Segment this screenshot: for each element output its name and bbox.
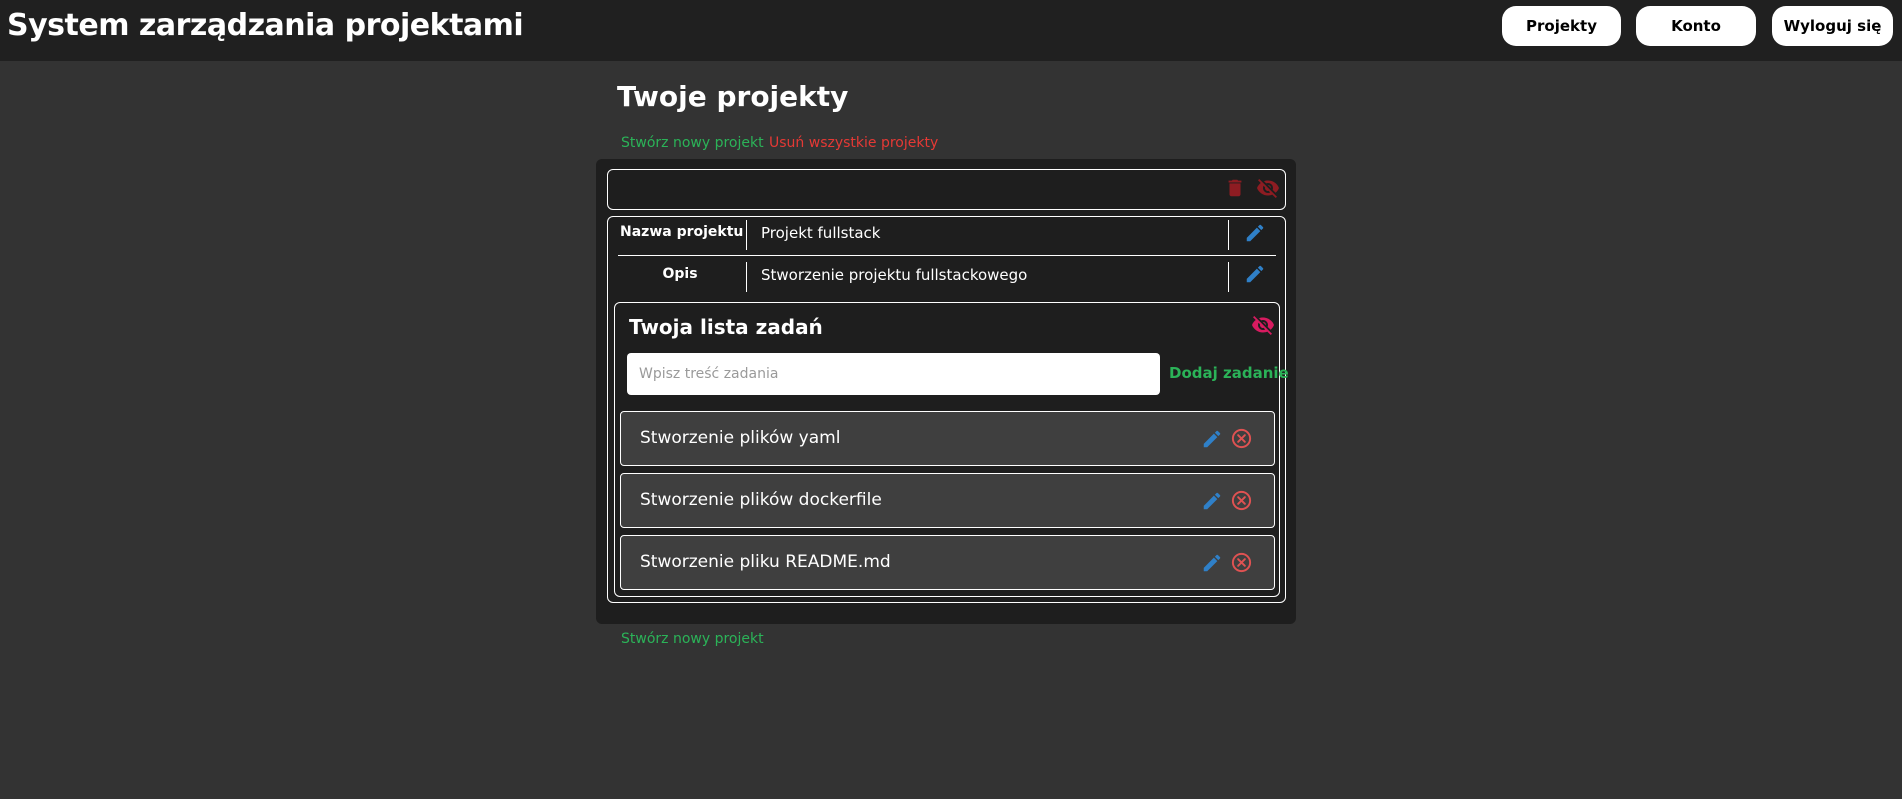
row-divider <box>1228 262 1229 292</box>
row-divider <box>746 220 747 250</box>
project-description-value: Stworzenie projektu fullstackowego <box>761 266 1028 284</box>
pencil-icon[interactable] <box>1201 428 1223 450</box>
project-name-label: Nazwa projektu <box>620 224 744 240</box>
nav-logout-button[interactable]: Wyloguj się <box>1772 6 1893 46</box>
close-circle-icon[interactable] <box>1230 427 1253 450</box>
top-navbar: System zarządzania projektami Projekty K… <box>0 0 1902 61</box>
project-description-label: Opis <box>662 266 698 282</box>
pencil-icon[interactable] <box>1201 490 1223 512</box>
eye-off-icon[interactable] <box>1256 176 1280 200</box>
app-title: System zarządzania projektami <box>7 8 524 43</box>
create-project-link-bottom[interactable]: Stwórz nowy projekt <box>621 631 764 647</box>
eye-off-icon[interactable] <box>1251 313 1275 337</box>
list-item: Stworzenie pliku README.md <box>620 535 1275 590</box>
edit-description-pencil-icon[interactable] <box>1244 263 1266 285</box>
edit-name-pencil-icon[interactable] <box>1244 222 1266 244</box>
row-divider <box>1228 220 1229 250</box>
close-circle-icon[interactable] <box>1230 551 1253 574</box>
list-item: Stworzenie plików yaml <box>620 411 1275 466</box>
nav-projects-button[interactable]: Projekty <box>1502 6 1621 46</box>
add-task-button[interactable]: Dodaj zadanie <box>1169 364 1289 382</box>
task-text: Stworzenie pliku README.md <box>640 552 891 572</box>
create-project-link[interactable]: Stwórz nowy projekt <box>621 135 764 151</box>
task-text: Stworzenie plików yaml <box>640 428 841 448</box>
delete-all-projects-link[interactable]: Usuń wszystkie projekty <box>769 135 938 151</box>
trash-icon[interactable] <box>1224 176 1246 200</box>
row-divider-horizontal <box>618 255 1276 256</box>
project-toolbar <box>607 169 1286 210</box>
page-title: Twoje projekty <box>617 80 849 113</box>
task-text: Stworzenie plików dockerfile <box>640 490 882 510</box>
task-list-title: Twoja lista zadań <box>629 315 823 339</box>
row-divider <box>746 262 747 292</box>
project-name-value: Projekt fullstack <box>761 224 881 242</box>
task-input[interactable] <box>627 353 1160 395</box>
list-item: Stworzenie plików dockerfile <box>620 473 1275 528</box>
close-circle-icon[interactable] <box>1230 489 1253 512</box>
pencil-icon[interactable] <box>1201 552 1223 574</box>
nav-account-button[interactable]: Konto <box>1636 6 1756 46</box>
